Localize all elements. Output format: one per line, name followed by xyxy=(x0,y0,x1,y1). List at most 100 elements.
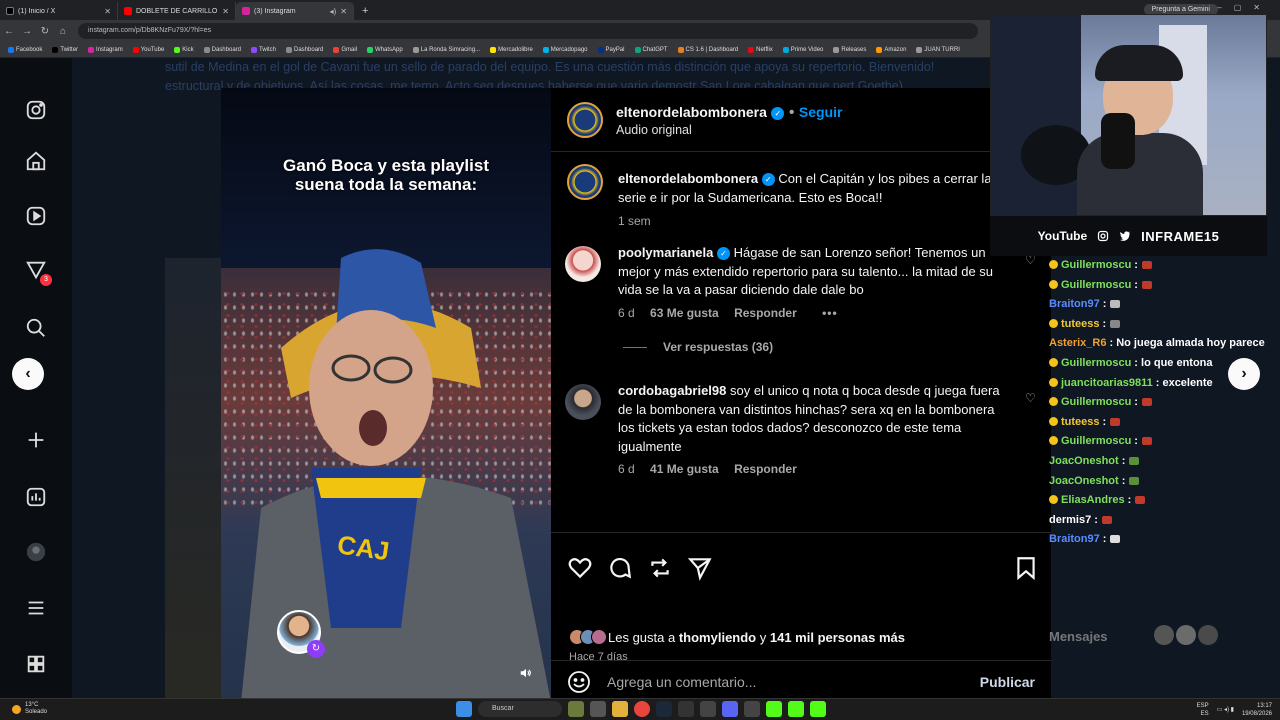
bookmark-item[interactable]: Facebook xyxy=(8,46,42,53)
bookmark-item[interactable]: Dashboard xyxy=(203,46,241,53)
chat-username[interactable]: dermis7 xyxy=(1049,514,1091,526)
browser-tab[interactable]: DOBLETE DE CARRILLO Y GOLAZO ✕ xyxy=(118,2,236,20)
kick-icon[interactable] xyxy=(766,701,782,717)
search-icon[interactable] xyxy=(24,316,48,340)
bookmark-item[interactable]: Gmail xyxy=(333,46,357,53)
menu-icon[interactable] xyxy=(24,596,48,620)
comment-input[interactable]: Agrega un comentario... xyxy=(607,674,980,690)
bookmark-item[interactable]: WhatsApp xyxy=(367,46,403,53)
task-view-icon[interactable] xyxy=(590,701,606,717)
chat-username[interactable]: Guillermoscu xyxy=(1061,259,1131,271)
windows-start-icon[interactable] xyxy=(456,701,472,717)
bookmark-item[interactable]: Prime Video xyxy=(782,46,823,53)
forward-icon[interactable]: → xyxy=(18,26,36,37)
save-icon[interactable] xyxy=(1013,555,1039,581)
emoji-icon[interactable] xyxy=(567,670,591,694)
reels-icon[interactable] xyxy=(24,204,48,228)
bookmark-item[interactable]: La Ronda Simracing... xyxy=(412,46,480,53)
dashboard-icon[interactable] xyxy=(24,485,48,509)
bookmark-item[interactable]: PayPal xyxy=(597,46,625,53)
comments-list[interactable]: eltenordelabombonera ✓ Con el Capitán y … xyxy=(551,152,1051,532)
chrome-icon[interactable] xyxy=(634,701,650,717)
close-tab-icon[interactable]: ✕ xyxy=(222,7,229,16)
more-apps-icon[interactable] xyxy=(24,652,48,676)
file-explorer-icon[interactable] xyxy=(612,701,628,717)
tray-icons[interactable]: ▭ ◂) ▮ xyxy=(1217,706,1234,714)
commenter-avatar[interactable] xyxy=(565,246,601,282)
bookmark-item[interactable]: Twitter xyxy=(52,46,78,53)
home-icon[interactable]: ⌂ xyxy=(54,26,72,37)
audio-label[interactable]: Audio original xyxy=(616,123,692,137)
repost-icon[interactable] xyxy=(647,555,673,581)
chat-username[interactable]: tuteess xyxy=(1061,318,1100,330)
bookmark-item[interactable]: Instagram xyxy=(88,46,123,53)
bookmark-item[interactable]: Amazon xyxy=(876,46,906,53)
app-icon[interactable] xyxy=(744,701,760,717)
chat-username[interactable]: tuteess xyxy=(1061,416,1100,428)
publish-button[interactable]: Publicar xyxy=(980,674,1035,690)
chat-username[interactable]: Guillermoscu xyxy=(1061,279,1131,291)
chat-username[interactable]: Braiton97 xyxy=(1049,533,1100,545)
kick-icon[interactable] xyxy=(810,701,826,717)
reply-button[interactable]: Responder xyxy=(734,306,797,320)
app-icon[interactable] xyxy=(700,701,716,717)
bookmark-item[interactable]: Twitch xyxy=(251,46,276,53)
chat-username[interactable]: juancitoarias9811 xyxy=(1061,377,1153,389)
comment-like-icon[interactable]: ♡ xyxy=(1025,392,1037,404)
profile-avatar[interactable] xyxy=(24,540,48,564)
author-username[interactable]: eltenordelabombonera xyxy=(616,104,767,120)
bookmark-item[interactable]: Kick xyxy=(174,46,194,53)
tab-audio-icon[interactable]: ◂) xyxy=(330,7,337,16)
chat-username[interactable]: Braiton97 xyxy=(1049,298,1100,310)
new-tab-button[interactable]: + xyxy=(354,2,376,20)
comment-icon[interactable] xyxy=(607,555,633,581)
browser-tab[interactable]: (1) Inicio / X ✕ xyxy=(0,2,118,20)
follow-button[interactable]: Seguir xyxy=(799,104,843,120)
bookmark-item[interactable]: CS 1.6 | Dashboard xyxy=(677,46,738,53)
widget-icon[interactable] xyxy=(568,701,584,717)
create-icon[interactable] xyxy=(24,428,48,452)
author-avatar[interactable] xyxy=(567,102,603,138)
likes-count[interactable]: 141 mil personas más xyxy=(770,630,905,645)
chat-username[interactable]: Guillermoscu xyxy=(1061,357,1131,369)
share-icon[interactable] xyxy=(687,555,713,581)
app-icon[interactable] xyxy=(678,701,694,717)
commenter-avatar[interactable] xyxy=(565,384,601,420)
volume-icon[interactable] xyxy=(515,662,537,684)
taskbar-search[interactable]: Buscar xyxy=(478,701,562,717)
bookmark-item[interactable]: Mercadopago xyxy=(542,46,588,53)
chat-username[interactable]: JoacOneshot xyxy=(1049,475,1119,487)
comment-username[interactable]: cordobagabriel98 xyxy=(618,383,726,398)
chat-username[interactable]: EliasAndres xyxy=(1061,494,1125,506)
close-tab-icon[interactable]: ✕ xyxy=(104,7,111,16)
instagram-logo-icon[interactable] xyxy=(24,98,48,122)
chat-username[interactable]: JoacOneshot xyxy=(1049,455,1119,467)
chat-username[interactable]: Guillermoscu xyxy=(1061,435,1131,447)
reload-icon[interactable]: ↻ xyxy=(36,26,54,37)
bookmark-item[interactable]: JUAN TURRI xyxy=(916,46,960,53)
close-tab-icon[interactable]: ✕ xyxy=(340,7,347,16)
back-icon[interactable]: ← xyxy=(0,26,18,37)
comment-likes[interactable]: 63 Me gusta xyxy=(650,306,719,320)
caption-username[interactable]: eltenordelabombonera xyxy=(618,171,758,186)
weather-widget[interactable]: 13°C Soleado xyxy=(12,702,47,716)
likes-user[interactable]: thomyliendo xyxy=(679,630,756,645)
reply-button[interactable]: Responder xyxy=(734,462,797,476)
bookmark-item[interactable]: Netflix xyxy=(748,46,773,53)
browser-tab-active[interactable]: (3) Instagram ◂) ✕ xyxy=(236,2,354,20)
steam-icon[interactable] xyxy=(656,701,672,717)
discord-icon[interactable] xyxy=(722,701,738,717)
messages-icon[interactable]: 3 xyxy=(24,258,52,286)
comment-username[interactable]: poolymarianela xyxy=(618,245,713,260)
bookmark-item[interactable]: Mercadolibre xyxy=(490,46,533,53)
window-controls[interactable]: –▢✕ xyxy=(1217,3,1272,12)
url-field[interactable]: instagram.com/p/Db8KNzFu79X/?hl=es xyxy=(78,23,978,39)
bookmark-item[interactable]: YouTube xyxy=(132,46,164,53)
chat-username[interactable]: Asterix_R6 xyxy=(1049,337,1106,349)
view-replies-button[interactable]: Ver respuestas (36) xyxy=(623,340,773,354)
home-icon[interactable] xyxy=(24,149,48,173)
system-tray[interactable]: ESP ES ▭ ◂) ▮ 13:17 19/08/2026 xyxy=(1197,702,1272,718)
like-icon[interactable] xyxy=(567,555,593,581)
post-video[interactable]: CAJ Ganó Boca y esta playlist suena toda… xyxy=(221,88,551,698)
previous-post-button[interactable]: ‹ xyxy=(12,358,44,390)
